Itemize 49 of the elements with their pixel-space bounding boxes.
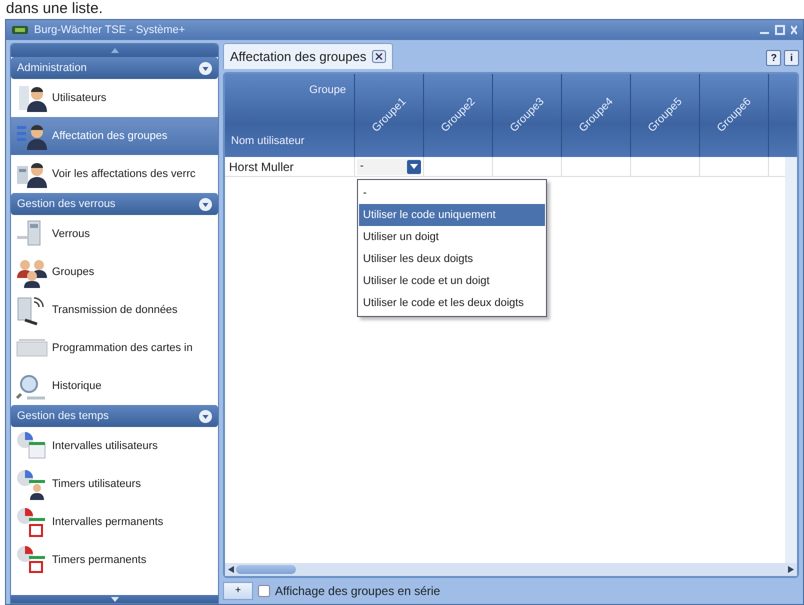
app-icon (12, 26, 28, 34)
dropdown-option[interactable]: Utiliser un doigt (359, 226, 545, 248)
help-button[interactable]: ? (766, 50, 782, 66)
dropdown-option[interactable]: Utiliser le code et les deux doigts (359, 292, 545, 314)
section-header[interactable]: Gestion des temps (11, 405, 218, 427)
collapse-icon (199, 410, 212, 422)
caption-text: dans une liste. (5, 0, 103, 18)
sidebar-item[interactable]: Historique (11, 367, 218, 405)
sidebar-item[interactable]: Utilisateurs (11, 79, 218, 117)
sidebar-item[interactable]: Voir les affectations des verrc (11, 155, 218, 193)
section-title: Administration (17, 60, 87, 76)
up-arrow-icon (110, 48, 118, 53)
down-arrow-icon (110, 596, 118, 602)
collapse-icon (199, 198, 212, 210)
dropdown-option[interactable]: Utiliser le code uniquement (359, 204, 545, 226)
sidebar-item[interactable]: Programmation des cartes in (11, 329, 218, 367)
sidebar-item[interactable]: Affectation des groupes (11, 117, 218, 155)
dropdown-option[interactable]: Utiliser le code et un doigt (359, 270, 545, 292)
sidebar-item[interactable]: Intervalles utilisateurs (11, 427, 218, 465)
right-arrow-icon (788, 566, 794, 573)
column-header: Nom utilisateur (231, 134, 304, 148)
window-title: Burg-Wächter TSE - Système+ (34, 22, 186, 38)
sidebar-item[interactable]: Intervalles permanents (11, 503, 218, 541)
dropdown-option[interactable]: Utiliser les deux doigts (359, 248, 545, 270)
close-icon[interactable] (372, 50, 386, 63)
horizontal-scrollbar[interactable] (225, 563, 797, 576)
section-header[interactable]: Administration (11, 57, 218, 79)
dropdown-option[interactable]: - (359, 182, 545, 204)
vertical-scrollbar[interactable] (785, 157, 797, 563)
sidebar-item[interactable]: Timers permanents (11, 541, 218, 579)
section-title: Gestion des temps (17, 408, 109, 424)
checkbox-label: Affichage des groupes en série (275, 583, 440, 600)
sidebar-item[interactable]: Transmission de données (11, 291, 218, 329)
column-header: Groupe (309, 83, 346, 98)
collapse-icon (199, 62, 212, 74)
checkbox[interactable] (258, 585, 270, 597)
left-arrow-icon (228, 566, 234, 573)
table-cell: Horst Muller (225, 157, 355, 176)
sidebar-item[interactable]: Groupes (11, 253, 218, 291)
add-button[interactable]: + (223, 582, 253, 600)
sidebar-item[interactable]: Timers utilisateurs (11, 465, 218, 503)
caret-icon (410, 164, 418, 169)
help-button[interactable]: i (784, 50, 799, 66)
section-header[interactable]: Gestion des verrous (11, 193, 218, 215)
sidebar-item[interactable]: Verrous (11, 215, 218, 253)
maximize-icon[interactable] (775, 25, 785, 35)
section-title: Gestion des verrous (17, 196, 116, 212)
tab[interactable]: Affectation des groupes (223, 42, 394, 69)
dropdown-field[interactable]: - (357, 158, 421, 174)
